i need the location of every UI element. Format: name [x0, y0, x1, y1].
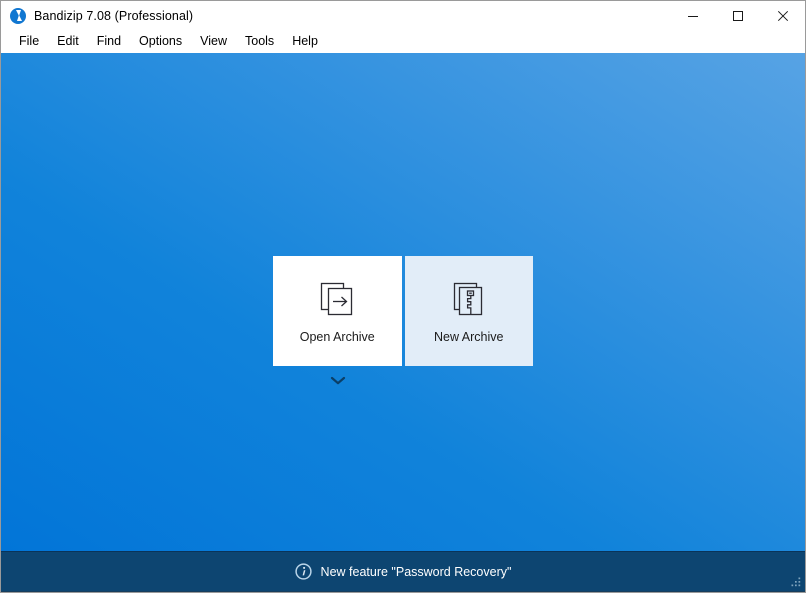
- menu-item-options[interactable]: Options: [130, 30, 191, 53]
- open-archive-label: Open Archive: [299, 330, 375, 344]
- window-title: Bandizip 7.08 (Professional): [34, 8, 194, 23]
- menu-item-help[interactable]: Help: [283, 30, 327, 53]
- window-controls: [670, 1, 805, 30]
- menu-item-edit[interactable]: Edit: [48, 30, 88, 53]
- minimize-icon: [687, 15, 698, 17]
- action-cards: Open Archive New Archive: [273, 256, 533, 366]
- expander-row: [273, 371, 402, 389]
- resize-grip-icon[interactable]: [788, 575, 802, 589]
- minimize-button[interactable]: [670, 1, 715, 30]
- status-message: New feature "Password Recovery": [320, 564, 512, 579]
- maximize-icon: [732, 10, 743, 21]
- status-notification[interactable]: New feature "Password Recovery": [294, 563, 512, 580]
- action-cards-group: Open Archive New Archive: [273, 256, 533, 389]
- menu-item-find[interactable]: Find: [88, 30, 130, 53]
- open-archive-icon: [316, 278, 358, 320]
- new-archive-label: New Archive: [434, 330, 504, 344]
- close-button[interactable]: [760, 1, 805, 30]
- open-archive-card[interactable]: Open Archive: [273, 256, 402, 366]
- bandizip-logo-icon: [10, 7, 26, 24]
- maximize-button[interactable]: [715, 1, 760, 30]
- new-archive-icon: [448, 278, 490, 320]
- menu-item-view[interactable]: View: [191, 30, 236, 53]
- new-archive-card[interactable]: New Archive: [404, 256, 533, 366]
- close-icon: [777, 10, 788, 21]
- menu-bar: File Edit Find Options View Tools Help: [1, 30, 805, 53]
- menu-item-tools[interactable]: Tools: [236, 30, 283, 53]
- info-icon: [294, 563, 312, 580]
- menu-item-file[interactable]: File: [10, 30, 48, 53]
- title-bar: Bandizip 7.08 (Professional): [1, 1, 805, 30]
- bandizip-window: Bandizip 7.08 (Professional) File Edit F…: [0, 0, 806, 593]
- status-bar: New feature "Password Recovery": [1, 551, 805, 592]
- chevron-down-icon: [330, 376, 345, 384]
- main-canvas: Open Archive New Archive: [1, 53, 805, 551]
- expand-more-button[interactable]: [329, 375, 347, 386]
